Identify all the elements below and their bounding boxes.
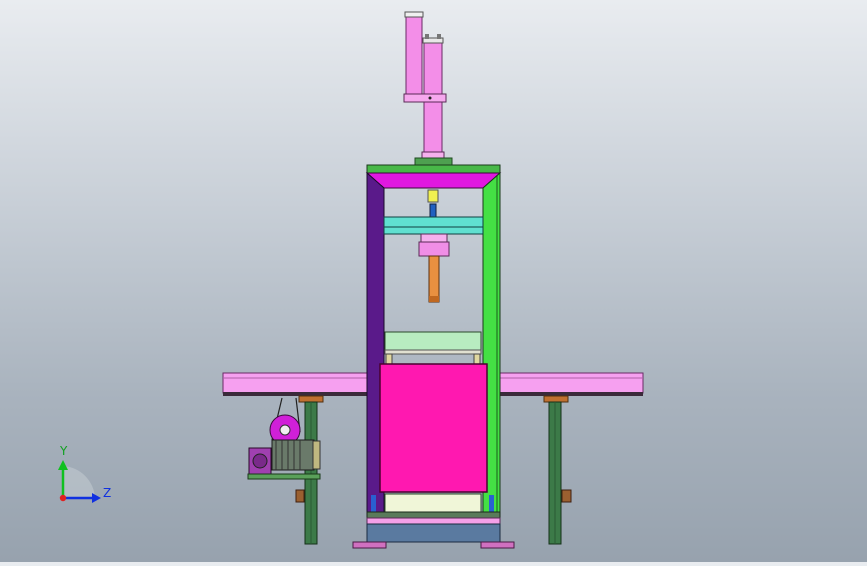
view-triad[interactable]: Y Z: [58, 444, 111, 503]
motor-body: [271, 439, 315, 471]
lower-guide-plate: [384, 493, 482, 513]
top-cylinder-assembly[interactable]: [403, 11, 453, 166]
y-axis-arrowhead: [58, 460, 68, 470]
ram-assembly[interactable]: [383, 189, 484, 303]
y-axis-label: Y: [59, 444, 68, 458]
crosshead-upper: [383, 216, 484, 228]
cylinder-mount-clamp: [403, 93, 447, 103]
ram-rod: [428, 255, 440, 303]
base-foot-right: [480, 541, 515, 549]
frame-top-beam: [366, 164, 501, 174]
platen-plate: [379, 363, 488, 493]
cylinder-base-plate: [414, 157, 453, 166]
z-axis-arrowhead: [92, 493, 101, 503]
cylinder-rear-body: [405, 13, 423, 97]
z-axis-label: Z: [103, 486, 111, 500]
right-leg[interactable]: [543, 395, 572, 545]
cad-viewport[interactable]: Y Z: [0, 0, 867, 562]
right-conveyor[interactable]: [499, 372, 644, 396]
base-foot-left: [352, 541, 387, 549]
triad-origin: [59, 494, 67, 502]
press-table[interactable]: [366, 331, 501, 519]
machine-base[interactable]: [352, 517, 515, 549]
upper-guide-plate: [384, 331, 482, 351]
crosshead-lower: [383, 226, 484, 235]
left-conveyor[interactable]: [222, 372, 368, 396]
motor-mount-plate: [247, 473, 321, 480]
